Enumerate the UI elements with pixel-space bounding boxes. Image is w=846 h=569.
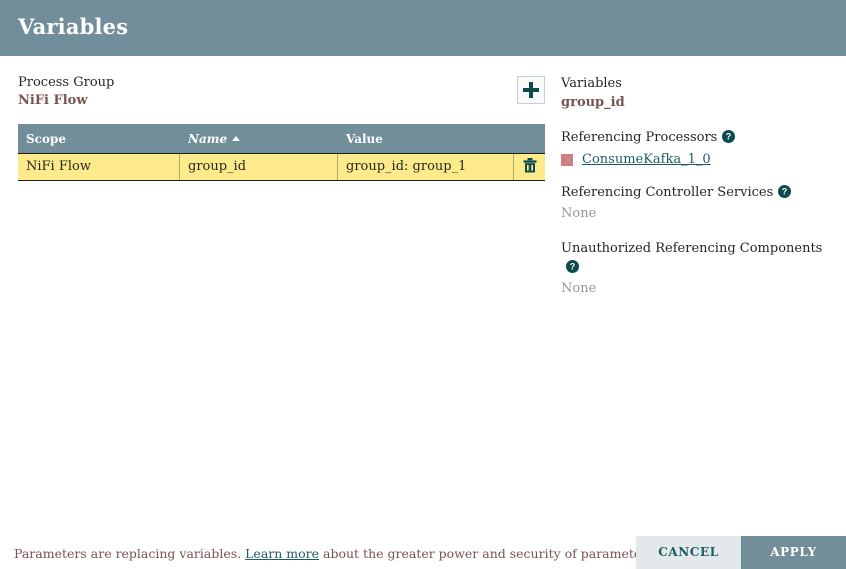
process-group-label: Process Group [18, 75, 115, 90]
info-variables-label: Variables [561, 76, 622, 91]
cell-name: group_id [180, 154, 338, 180]
cell-scope: NiFi Flow [18, 154, 180, 180]
apply-button[interactable]: APPLY [741, 536, 846, 569]
cancel-button[interactable]: CANCEL [636, 536, 741, 569]
referencing-controller-services-label: Referencing Controller Services [561, 185, 774, 200]
help-icon[interactable]: ? [722, 130, 736, 149]
unauthorized-components-empty: None [561, 281, 597, 296]
trash-icon [523, 158, 536, 173]
referencing-processors-label: Referencing Processors [561, 130, 718, 145]
cell-value: group_id: group_1 [338, 154, 514, 180]
component-color-swatch [561, 153, 573, 166]
table-row[interactable]: NiFi Flow group_id group_id: group_1 [18, 153, 545, 181]
svg-text:?: ? [570, 262, 576, 272]
referencing-processors-heading: Referencing Processors? [561, 128, 836, 149]
footer-note: Parameters are replacing variables. Lear… [14, 546, 658, 561]
sort-ascending-icon [232, 135, 241, 141]
info-group-referencing-processors: Referencing Processors? ConsumeKafka_1_0 [561, 128, 836, 167]
svg-text:?: ? [726, 132, 732, 142]
column-header-name-label: Name [188, 131, 228, 146]
referencing-processor-item[interactable]: ConsumeKafka_1_0 [561, 152, 836, 167]
dialog-title-bar: Variables [0, 0, 846, 56]
variables-table: Scope Name Value NiFi Flow group_id grou… [18, 124, 545, 181]
column-header-scope-label: Scope [26, 131, 67, 146]
column-header-scope[interactable]: Scope [18, 132, 180, 146]
info-group-variable: Variables group_id [561, 74, 836, 112]
dialog-footer: Parameters are replacing variables. Lear… [0, 536, 846, 569]
referencing-controller-services-empty: None [561, 206, 597, 221]
process-group-block: Process Group NiFi Flow [18, 74, 114, 110]
unauthorized-components-label: Unauthorized Referencing Components [561, 241, 823, 256]
plus-icon [523, 82, 539, 98]
footer-note-prefix: Parameters are replacing variables. [14, 546, 242, 561]
referencing-controller-services-heading: Referencing Controller Services? [561, 183, 836, 204]
process-group-name: NiFi Flow [18, 93, 88, 108]
table-header-row: Scope Name Value [18, 124, 545, 153]
delete-variable-button[interactable] [514, 154, 545, 180]
add-variable-button[interactable] [517, 76, 545, 104]
info-group-unauthorized-components: Unauthorized Referencing Components? Non… [561, 239, 836, 298]
column-header-name[interactable]: Name [180, 132, 338, 146]
page-title: Variables [18, 14, 129, 39]
learn-more-link[interactable]: Learn more [245, 546, 319, 561]
info-variable-name: group_id [561, 95, 625, 110]
column-header-value-label: Value [346, 131, 383, 146]
footer-note-suffix: about the greater power and security of … [323, 546, 658, 561]
column-header-value[interactable]: Value [338, 132, 514, 146]
unauthorized-components-heading: Unauthorized Referencing Components? [561, 239, 836, 279]
help-icon[interactable]: ? [778, 185, 792, 204]
help-icon[interactable]: ? [566, 260, 579, 279]
svg-text:?: ? [782, 187, 788, 197]
variable-info-panel: Variables group_id Referencing Processor… [561, 74, 836, 314]
referencing-processor-link[interactable]: ConsumeKafka_1_0 [582, 152, 711, 167]
info-group-referencing-controller-services: Referencing Controller Services? None [561, 183, 836, 223]
